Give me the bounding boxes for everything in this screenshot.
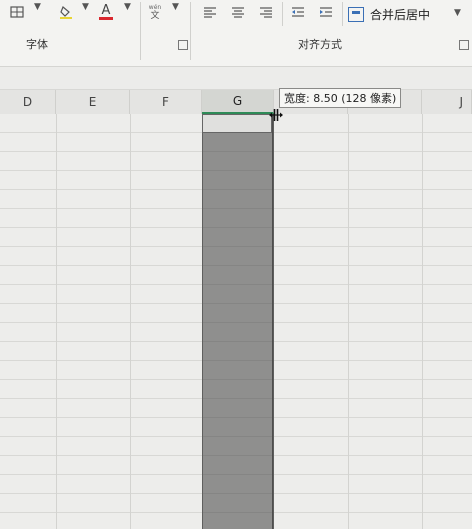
dialog-launcher-icon[interactable]: [178, 40, 188, 50]
ribbon: ▼ ▼ A ▼ wén 文 ▼ 合并后居中 ▼ 字体 对齐方式: [0, 0, 472, 67]
grid-column-line: [422, 114, 423, 529]
align-center-icon: [232, 7, 244, 18]
active-cell[interactable]: [202, 114, 272, 133]
align-right-icon: [260, 7, 272, 18]
font-color-icon: A: [101, 2, 111, 18]
align-center-button[interactable]: [228, 0, 248, 24]
ribbon-separator: [190, 2, 191, 60]
dialog-launcher-icon[interactable]: [459, 40, 469, 50]
increase-indent-button[interactable]: [316, 0, 336, 24]
selected-column-g[interactable]: [202, 114, 274, 529]
font-group-label: 字体: [26, 38, 48, 51]
column-header-j[interactable]: J: [422, 90, 472, 114]
align-left-button[interactable]: [200, 0, 220, 24]
grid-column-line: [56, 114, 57, 529]
column-header-g[interactable]: G: [202, 90, 274, 114]
phonetic-button[interactable]: wén 文: [144, 0, 166, 24]
grid-column-line: [130, 114, 131, 529]
font-color-dropdown-icon[interactable]: ▼: [124, 2, 131, 12]
decrease-indent-icon: [292, 7, 304, 17]
ribbon-separator: [282, 2, 283, 26]
border-button[interactable]: [6, 0, 28, 24]
fill-color-dropdown-icon[interactable]: ▼: [82, 2, 89, 12]
merge-center-icon: [348, 6, 364, 22]
font-color-button[interactable]: A: [96, 0, 116, 24]
column-header-e[interactable]: E: [56, 90, 130, 114]
align-right-button[interactable]: [256, 0, 276, 24]
merge-dropdown-icon[interactable]: ▼: [454, 8, 461, 18]
column-header-f[interactable]: F: [130, 90, 202, 114]
border-dropdown-icon[interactable]: ▼: [34, 2, 41, 12]
merge-center-button[interactable]: 合并后居中: [348, 2, 430, 26]
column-width-tooltip: 宽度: 8.50 (128 像素): [279, 88, 402, 108]
font-color-bar: [99, 16, 113, 20]
border-icon: [10, 6, 24, 18]
formula-bar-area: [0, 67, 472, 90]
column-header-d[interactable]: D: [0, 90, 56, 114]
resize-cursor-icon[interactable]: [269, 108, 283, 122]
increase-indent-icon: [320, 7, 332, 17]
phonetic-char: 文: [150, 11, 160, 21]
cell-grid[interactable]: [0, 114, 472, 529]
ribbon-separator: [342, 2, 343, 26]
fill-color-icon: [60, 6, 72, 19]
alignment-group-label: 对齐方式: [298, 38, 342, 51]
merge-center-label: 合并后居中: [370, 7, 431, 22]
column-resize-guide: [272, 114, 273, 529]
ribbon-separator: [140, 2, 141, 60]
grid-column-line: [348, 114, 349, 529]
phonetic-dropdown-icon[interactable]: ▼: [172, 2, 179, 12]
decrease-indent-button[interactable]: [288, 0, 308, 24]
align-left-icon: [204, 7, 216, 18]
fill-color-button[interactable]: [56, 0, 76, 24]
